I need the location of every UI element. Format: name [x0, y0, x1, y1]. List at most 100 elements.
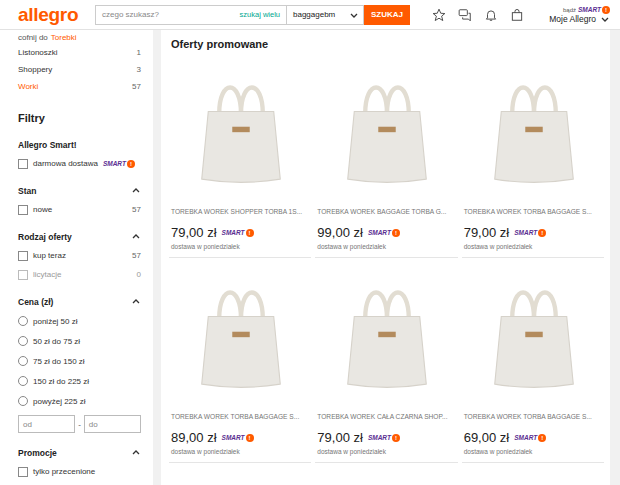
back-link[interactable]: cofnij do Torebki	[18, 30, 141, 44]
chevron-icon[interactable]	[131, 232, 141, 242]
filter-section-header[interactable]: Cena (zł)	[18, 292, 141, 311]
search-scope-select[interactable]: baggagebm	[286, 5, 364, 25]
range-separator: -	[78, 420, 81, 429]
radio-button[interactable]	[18, 336, 28, 346]
back-prefix: cofnij do	[18, 33, 48, 42]
logo[interactable]: allegro	[18, 4, 95, 26]
product-title[interactable]: TOREBKA WOREK TORBA BAGGAGE S...	[171, 413, 311, 420]
checkbox-label: licytacje	[33, 270, 61, 279]
bag-photo	[479, 275, 589, 395]
product-card[interactable]: TOREBKA WOREK TORBA BAGGAGE S... 89,00 z…	[169, 265, 311, 463]
delivery-info: dostawa w poniedziałek	[464, 243, 604, 250]
smart-label: SMART	[368, 229, 391, 236]
checkbox[interactable]	[18, 251, 28, 261]
category-item[interactable]: Listonoszki 1	[18, 44, 141, 61]
radio-row[interactable]: 75 zł do 150 zł	[18, 351, 141, 371]
bag-icon[interactable]	[510, 8, 524, 22]
product-card[interactable]: TOREBKA WOREK CAŁA CZARNA SHOP... 79,00 …	[315, 265, 457, 463]
product-card[interactable]: TOREBKA WOREK TORBA BAGGAGE S... 69,00 z…	[462, 265, 604, 463]
smart-label: SMART	[514, 434, 537, 441]
product-photo[interactable]	[171, 265, 311, 405]
bag-photo	[479, 70, 589, 190]
product-card[interactable]: TOREBKA WOREK TORBA BAGGAGE S... 79,00 z…	[462, 60, 604, 258]
checkbox-label: nowe	[33, 205, 52, 214]
product-title[interactable]: TOREBKA WOREK CAŁA CZARNA SHOP...	[317, 413, 457, 420]
checkbox[interactable]	[18, 467, 28, 477]
smart-mark: !	[538, 229, 546, 237]
product-photo[interactable]	[317, 265, 457, 405]
product-title[interactable]: TOREBKA WOREK SHOPPER TORBA 1S...	[171, 208, 311, 215]
chat-icon[interactable]	[458, 8, 472, 22]
radio-row[interactable]: poniżej 50 zł	[18, 311, 141, 331]
smart-badge: SMART !	[514, 434, 546, 442]
bell-icon[interactable]	[484, 8, 498, 22]
filter-section-header[interactable]: Promocje	[18, 443, 141, 462]
radio-button[interactable]	[18, 376, 28, 386]
star-icon[interactable]	[432, 8, 446, 22]
search-bar: czego szukasz? szukaj wielu baggagebm SZ…	[95, 5, 410, 25]
product-card[interactable]: TOREBKA WOREK SHOPPER TORBA 1S... 79,00 …	[169, 60, 311, 258]
checkbox[interactable]	[18, 159, 28, 169]
category-item[interactable]: Shoppery 3	[18, 61, 141, 78]
bag-photo	[332, 275, 442, 395]
search-multi-link[interactable]: szukaj wielu	[240, 10, 280, 19]
back-target[interactable]: Torebki	[51, 33, 77, 42]
filter-section-header[interactable]: Rodzaj oferty	[18, 227, 141, 246]
smart-promo[interactable]: bądź SMART !	[563, 6, 610, 14]
product-title[interactable]: TOREBKA WOREK TORBA BAGGAGE S...	[464, 413, 604, 420]
chevron-icon[interactable]	[131, 297, 141, 307]
checkbox-row[interactable]: licytacje 0	[18, 265, 141, 284]
radio-button[interactable]	[18, 396, 28, 406]
account-menu[interactable]: bądź SMART ! Moje Allegro	[549, 6, 610, 24]
search-input[interactable]: czego szukasz? szukaj wielu	[95, 5, 286, 25]
delivery-info: dostawa w poniedziałek	[171, 448, 311, 455]
radio-row[interactable]: 150 zł do 225 zł	[18, 371, 141, 391]
category-label: Shoppery	[18, 65, 52, 74]
category-label: Worki	[18, 82, 38, 91]
smart-badge: SMART !	[514, 229, 546, 237]
checkbox[interactable]	[18, 270, 28, 280]
radio-row[interactable]: 50 zł do 75 zł	[18, 331, 141, 351]
smart-label: SMART	[578, 6, 601, 13]
checkbox-row[interactable]: nowe 57	[18, 200, 141, 219]
chevron-icon[interactable]	[600, 14, 610, 24]
product-price: 89,00 zł	[171, 430, 217, 445]
price-from-input[interactable]: od	[18, 415, 75, 433]
product-photo[interactable]	[464, 265, 604, 405]
filter-section-title: Rodzaj oferty	[18, 232, 72, 242]
smart-mark: !	[127, 160, 135, 168]
chevron-icon[interactable]	[349, 10, 359, 20]
checkbox-row[interactable]: kup teraz 57	[18, 246, 141, 265]
smart-mark: !	[246, 229, 254, 237]
product-title[interactable]: TOREBKA WOREK BAGGAGE TORBA G...	[317, 208, 457, 215]
chevron-icon[interactable]	[131, 448, 141, 458]
category-item[interactable]: Worki 57	[18, 78, 141, 95]
product-photo[interactable]	[171, 60, 311, 200]
category-count: 3	[137, 65, 141, 74]
product-title[interactable]: TOREBKA WOREK TORBA BAGGAGE S...	[464, 208, 604, 215]
smart-label: SMART	[514, 229, 537, 236]
search-button[interactable]: SZUKAJ	[364, 5, 410, 25]
product-photo[interactable]	[464, 60, 604, 200]
radio-label: 75 zł do 150 zł	[33, 357, 85, 366]
filter-section: Cena (zł) poniżej 50 zł 50 zł do 75 zł 7…	[18, 292, 141, 435]
my-allegro[interactable]: Moje Allegro	[549, 14, 610, 24]
filter-section: Allegro Smart! darmowa dostawa SMART !	[18, 135, 141, 173]
filter-section: Promocje tylko przecenione	[18, 443, 141, 481]
radio-row[interactable]: powyżej 225 zł	[18, 391, 141, 411]
product-card[interactable]: TOREBKA WOREK BAGGAGE TORBA G... 99,00 z…	[315, 60, 457, 258]
filter-section-header[interactable]: Stan	[18, 181, 141, 200]
filter-count: 0	[137, 270, 141, 279]
price-to-input[interactable]: do	[84, 415, 141, 433]
checkbox[interactable]	[18, 205, 28, 215]
smart-mark: !	[392, 434, 400, 442]
product-photo[interactable]	[317, 60, 457, 200]
smart-badge: SMART !	[222, 229, 254, 237]
checkbox-row[interactable]: tylko przecenione	[18, 462, 141, 481]
smart-mark: !	[246, 434, 254, 442]
radio-button[interactable]	[18, 316, 28, 326]
radio-button[interactable]	[18, 356, 28, 366]
product-price: 79,00 zł	[317, 430, 363, 445]
checkbox-row[interactable]: darmowa dostawa SMART !	[18, 154, 141, 173]
chevron-icon[interactable]	[131, 186, 141, 196]
